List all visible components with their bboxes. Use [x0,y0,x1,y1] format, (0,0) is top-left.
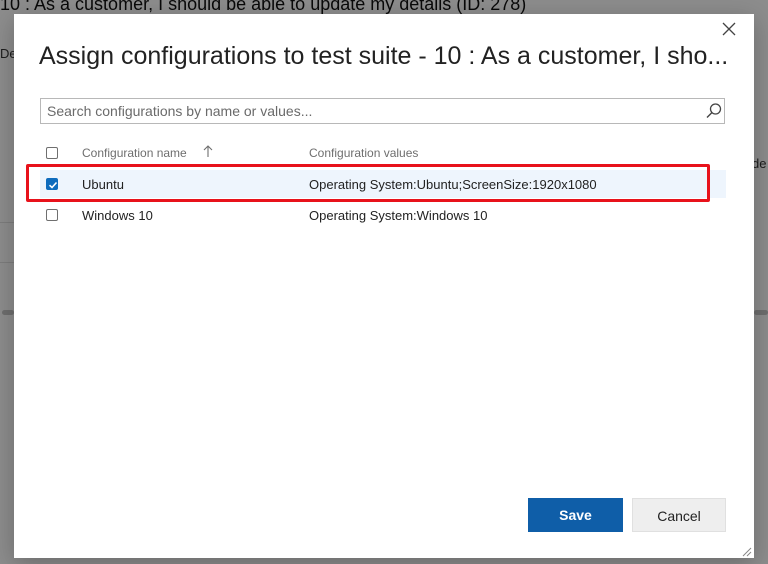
config-values: Operating System:Ubuntu;ScreenSize:1920x… [309,177,597,192]
config-name: Ubuntu [82,177,124,192]
row-checkbox[interactable] [46,209,58,221]
sort-ascending-icon [202,144,214,158]
resize-grip-icon[interactable] [740,544,752,557]
config-row-windows-10[interactable]: Windows 10 Operating System:Windows 10 [40,201,726,229]
close-icon[interactable] [718,18,740,40]
search-box [40,98,725,124]
column-header-values[interactable]: Configuration values [309,146,418,160]
cancel-button[interactable]: Cancel [632,498,726,532]
assign-configurations-dialog: Assign configurations to test suite - 10… [14,14,754,558]
select-all-checkbox[interactable] [46,147,58,159]
config-name: Windows 10 [82,208,153,223]
search-icon[interactable] [705,102,723,120]
save-button[interactable]: Save [528,498,623,532]
row-checkbox-checked[interactable] [46,178,58,190]
dialog-title: Assign configurations to test suite - 10… [39,42,729,70]
column-header-name[interactable]: Configuration name [82,146,187,160]
grid-header: Configuration name Configuration values [40,142,725,164]
config-row-ubuntu[interactable]: Ubuntu Operating System:Ubuntu;ScreenSiz… [40,170,726,198]
search-input[interactable] [47,102,687,120]
config-values: Operating System:Windows 10 [309,208,488,223]
